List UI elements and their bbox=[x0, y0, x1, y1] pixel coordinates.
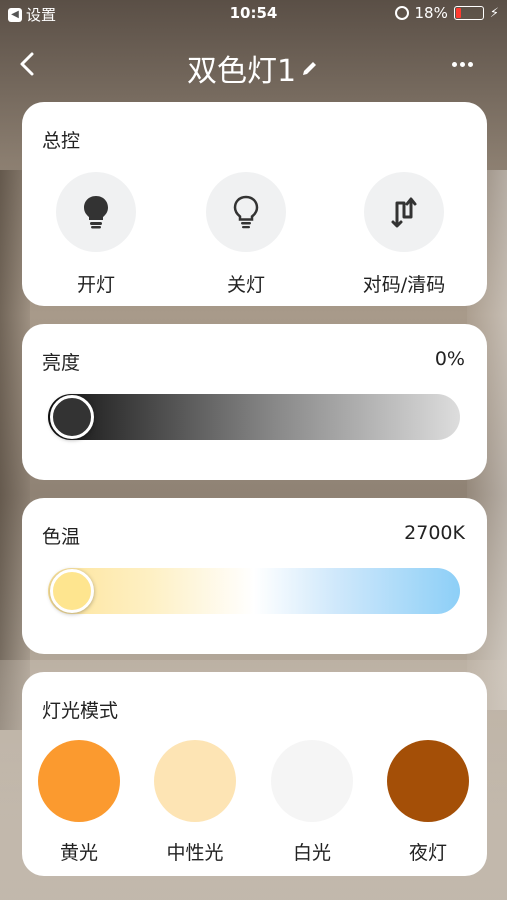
mode-white[interactable]: 白光 bbox=[257, 740, 367, 865]
light-mode-card: 灯光模式 黄光 中性光 白光 夜灯 bbox=[22, 672, 487, 876]
brightness-card: 亮度 0% bbox=[22, 324, 487, 480]
brightness-value: 0% bbox=[434, 348, 465, 370]
color-temp-title: 色温 bbox=[42, 526, 81, 548]
color-temp-slider[interactable] bbox=[48, 568, 460, 614]
master-control-title: 总控 bbox=[42, 130, 81, 152]
more-button[interactable] bbox=[447, 50, 477, 78]
mode-white-swatch[interactable] bbox=[271, 740, 353, 822]
master-control-card: 总控 开灯 关灯 对码/清码 bbox=[22, 102, 487, 306]
turn-on-button[interactable]: 开灯 bbox=[36, 172, 156, 297]
bulb-filled-icon bbox=[84, 196, 108, 229]
mode-neutral-swatch[interactable] bbox=[154, 740, 236, 822]
color-temp-slider-knob[interactable] bbox=[50, 569, 94, 613]
more-dot bbox=[459, 61, 465, 67]
mode-neutral[interactable]: 中性光 bbox=[140, 740, 250, 865]
orientation-lock-icon bbox=[394, 6, 409, 20]
chevron-left-icon bbox=[20, 52, 34, 76]
device-title[interactable]: 双色灯1 bbox=[120, 46, 387, 90]
more-dot bbox=[451, 61, 457, 67]
pencil-icon[interactable] bbox=[300, 58, 320, 78]
battery-fill bbox=[455, 8, 461, 18]
status-bar: ◀ 设置 10:54 18% ⚡ bbox=[0, 0, 507, 28]
back-button[interactable] bbox=[12, 48, 44, 80]
pair-clear-circle[interactable] bbox=[364, 172, 444, 252]
charging-icon: ⚡ bbox=[489, 5, 499, 21]
mode-night-swatch[interactable] bbox=[387, 740, 469, 822]
brightness-title: 亮度 bbox=[42, 352, 81, 374]
page-title: 双色灯1 bbox=[186, 54, 297, 89]
mode-white-label: 白光 bbox=[292, 842, 331, 864]
turn-off-button[interactable]: 关灯 bbox=[186, 172, 306, 297]
battery-icon bbox=[453, 6, 484, 20]
mode-yellow-swatch[interactable] bbox=[38, 740, 120, 822]
light-mode-title: 灯光模式 bbox=[42, 700, 119, 722]
turn-off-circle[interactable] bbox=[206, 172, 286, 252]
color-temp-card: 色温 2700K bbox=[22, 498, 487, 654]
mode-neutral-label: 中性光 bbox=[166, 842, 224, 864]
brightness-slider-knob[interactable] bbox=[50, 395, 94, 439]
nav-bar: 双色灯1 bbox=[0, 40, 507, 90]
status-right: 18% ⚡ bbox=[394, 4, 499, 22]
more-dot bbox=[467, 61, 473, 67]
turn-on-label: 开灯 bbox=[76, 274, 115, 296]
mode-night-label: 夜灯 bbox=[408, 842, 447, 864]
color-temp-value: 2700K bbox=[404, 522, 465, 544]
battery-percent: 18% bbox=[414, 4, 448, 22]
brightness-slider[interactable] bbox=[48, 394, 460, 440]
pairing-icon bbox=[391, 197, 417, 228]
bulb-outline-icon bbox=[233, 195, 259, 229]
mode-yellow-label: 黄光 bbox=[59, 842, 98, 864]
mode-yellow[interactable]: 黄光 bbox=[24, 740, 134, 865]
pair-clear-button[interactable]: 对码/清码 bbox=[344, 172, 464, 297]
pair-clear-label: 对码/清码 bbox=[362, 274, 446, 296]
turn-off-label: 关灯 bbox=[226, 274, 265, 296]
turn-on-circle[interactable] bbox=[56, 172, 136, 252]
mode-night[interactable]: 夜灯 bbox=[373, 740, 483, 865]
